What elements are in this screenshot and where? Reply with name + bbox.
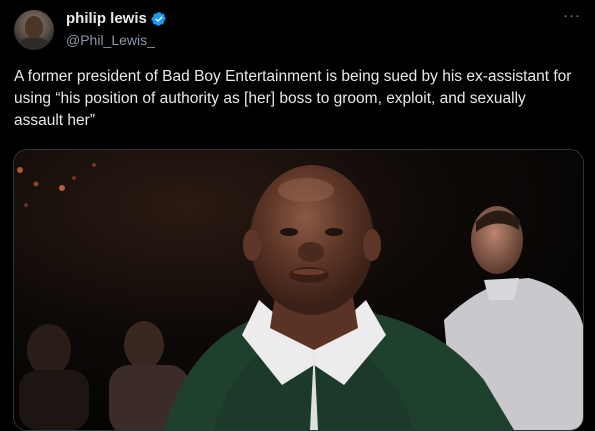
author-handle[interactable]: @Phil_Lewis_ [66, 31, 155, 49]
photo-illustration [14, 150, 583, 430]
author-avatar[interactable] [14, 10, 54, 50]
author-name-row: philip lewis [66, 10, 167, 28]
verified-badge-icon [151, 12, 166, 26]
tweet-media-photo[interactable] [13, 149, 584, 431]
avatar-face [25, 16, 43, 38]
tweet-text: A former president of Bad Boy Entertainm… [14, 68, 572, 129]
more-options-icon[interactable]: ··· [563, 8, 581, 24]
avatar-shoulders [18, 37, 50, 50]
author-display-name[interactable]: philip lewis [66, 10, 147, 28]
